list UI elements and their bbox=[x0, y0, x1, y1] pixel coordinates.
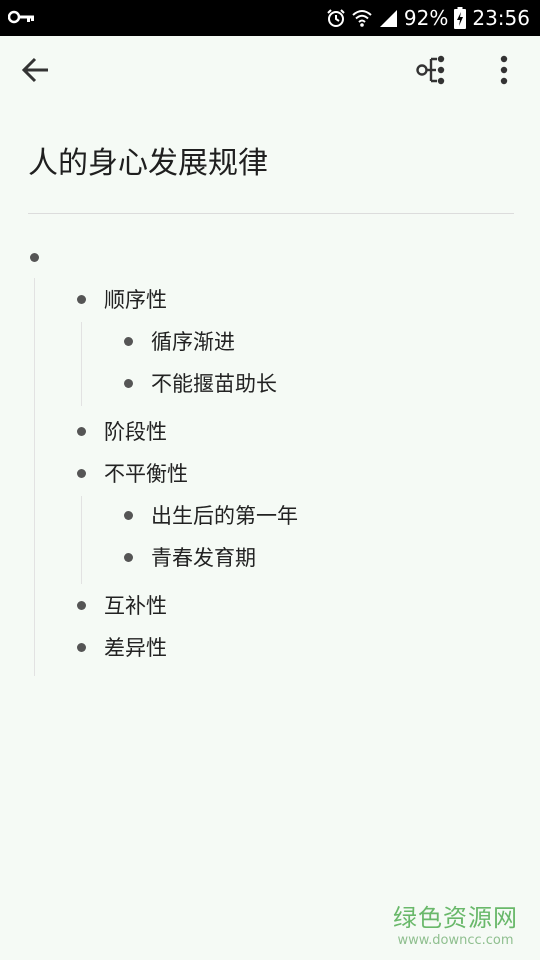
outline-node[interactable]: 阶段性 bbox=[104, 418, 167, 446]
watermark-en: www.downcc.com bbox=[397, 933, 514, 948]
outline-bullet[interactable] bbox=[124, 511, 133, 520]
title-divider bbox=[28, 213, 514, 214]
more-options-button[interactable] bbox=[480, 48, 528, 96]
document-title[interactable]: 人的身心发展规律 bbox=[28, 138, 268, 182]
outline-bullet[interactable] bbox=[77, 601, 86, 610]
outline-node[interactable]: 青春发育期 bbox=[151, 544, 256, 572]
outline-bullet[interactable] bbox=[124, 337, 133, 346]
outline-node[interactable]: 出生后的第一年 bbox=[151, 502, 298, 530]
watermark: 绿色资源网 www.downcc.com bbox=[393, 898, 518, 948]
outline-node[interactable]: 互补性 bbox=[104, 592, 167, 620]
outline-node[interactable]: 不能揠苗助长 bbox=[151, 370, 277, 398]
key-icon bbox=[7, 6, 36, 30]
outline-bullet[interactable] bbox=[124, 379, 133, 388]
more-vertical-icon bbox=[499, 55, 509, 89]
outline-node[interactable]: 差异性 bbox=[104, 634, 167, 662]
outline-node[interactable]: 顺序性 bbox=[104, 286, 167, 314]
outline-guide-root bbox=[34, 278, 35, 676]
watermark-cn: 绿色资源网 bbox=[393, 904, 518, 932]
mindmap-icon bbox=[416, 55, 448, 89]
outline-bullet[interactable] bbox=[77, 643, 86, 652]
outline-node[interactable]: 循序渐进 bbox=[151, 328, 235, 356]
back-button[interactable] bbox=[12, 48, 60, 96]
outline-guide-child-1 bbox=[81, 322, 82, 406]
outline-bullet[interactable] bbox=[77, 295, 86, 304]
battery-text: 92% bbox=[403, 6, 449, 30]
mindmap-button[interactable] bbox=[408, 48, 456, 96]
signal-icon bbox=[378, 8, 398, 28]
back-arrow-icon bbox=[21, 55, 51, 89]
wifi-icon bbox=[352, 8, 372, 28]
outline-bullet[interactable] bbox=[124, 553, 133, 562]
toolbar bbox=[0, 36, 540, 108]
clock: 23:56 bbox=[472, 6, 530, 30]
outline-bullet-root[interactable] bbox=[30, 253, 39, 262]
alarm-icon bbox=[326, 8, 346, 28]
outline-bullet[interactable] bbox=[77, 469, 86, 478]
outline-node[interactable]: 不平衡性 bbox=[104, 460, 188, 488]
outline-guide-child-3 bbox=[81, 496, 82, 584]
status-bar: 92% 23:56 bbox=[0, 0, 540, 36]
battery-icon bbox=[454, 7, 467, 29]
outline-bullet[interactable] bbox=[77, 427, 86, 436]
